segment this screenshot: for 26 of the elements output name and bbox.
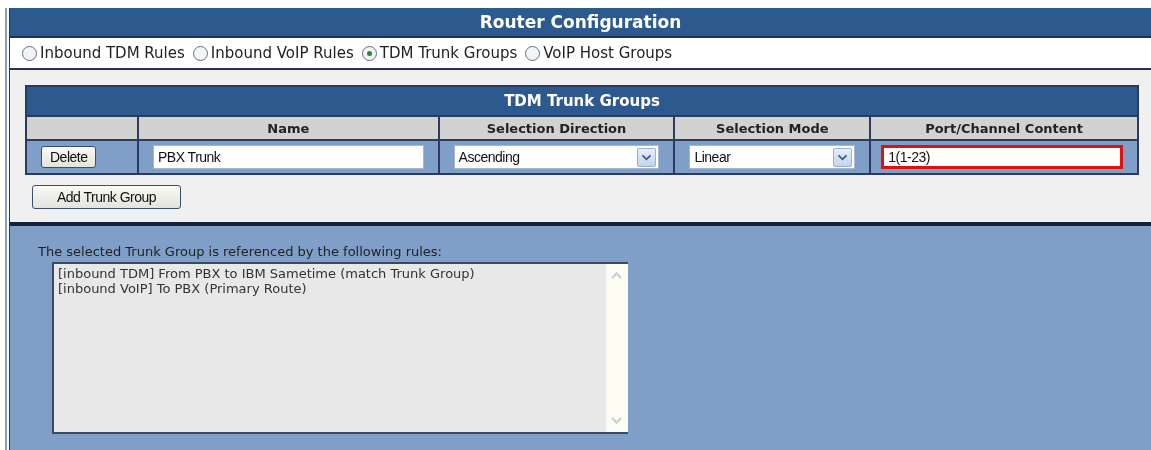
add-trunk-group-button[interactable]: Add Trunk Group bbox=[32, 185, 182, 209]
caret-icon[interactable] bbox=[833, 147, 853, 167]
references-label: The selected Trunk Group is referenced by the following rules: bbox=[38, 244, 443, 259]
delete-button[interactable]: Delete bbox=[41, 146, 97, 168]
rules-list-box[interactable]: [inbound TDM] From PBX to IBM Sametime (match Trunk Group) [inbound VoIP] To PBX (Primary Route) bbox=[52, 262, 628, 434]
radio-button[interactable] bbox=[361, 45, 377, 61]
page-title: Router Configuration bbox=[10, 8, 1151, 38]
mode-dropdown[interactable]: Linear bbox=[689, 145, 856, 169]
view-radio-option[interactable]: Inbound TDM Rules bbox=[22, 44, 185, 62]
view-radio-option[interactable]: VoIP Host Groups bbox=[525, 44, 673, 62]
radio-button[interactable] bbox=[192, 45, 208, 61]
rule-line[interactable]: [inbound TDM] From PBX to IBM Sametime (match Trunk Group) bbox=[58, 266, 602, 281]
radio-button[interactable] bbox=[22, 45, 37, 61]
name-field[interactable]: PBX Trunk bbox=[152, 145, 424, 169]
column-header: Selection Direction bbox=[438, 116, 675, 140]
view-radio-option[interactable]: TDM Trunk Groups bbox=[361, 44, 518, 62]
view-radio-option[interactable]: Inbound VoIP Rules bbox=[192, 44, 354, 62]
direction-dropdown[interactable]: Ascending bbox=[453, 145, 660, 169]
caret-icon[interactable] bbox=[637, 147, 657, 167]
column-header: Name bbox=[137, 116, 439, 140]
radio-button[interactable] bbox=[525, 45, 541, 61]
column-header: Selection Mode bbox=[674, 116, 871, 140]
rule-line[interactable]: [inbound VoIP] To PBX (Primary Route) bbox=[58, 281, 602, 296]
column-header: Port/Channel Content bbox=[870, 116, 1138, 140]
table-title: TDM Trunk Groups bbox=[26, 86, 1138, 116]
port-channel-field[interactable]: 1(1-23) bbox=[881, 145, 1123, 169]
